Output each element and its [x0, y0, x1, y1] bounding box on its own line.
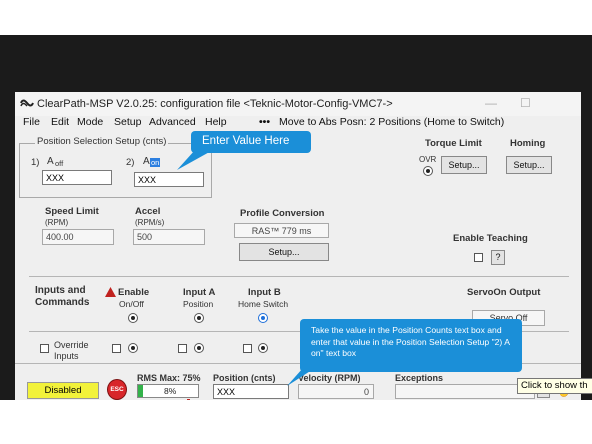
- exceptions-field: [395, 384, 535, 399]
- move-status: Move to Abs Posn: 2 Positions (Home to S…: [279, 116, 505, 128]
- override-input-b-checkbox[interactable]: [243, 344, 252, 353]
- input-b-sub: Home Switch: [238, 299, 289, 309]
- a-off-number: 1): [31, 157, 40, 168]
- override-label-line1: Override: [54, 340, 89, 350]
- input-a-sub: Position: [183, 299, 214, 309]
- enable-title: Enable: [118, 287, 150, 298]
- servo-output-title: ServoOn Output: [467, 287, 541, 298]
- menu-mode[interactable]: Mode: [77, 116, 103, 128]
- window-title: ClearPath-MSP V2.0.25: configuration fil…: [37, 98, 393, 110]
- instruction-pointer: [287, 368, 315, 386]
- menu-help[interactable]: Help: [205, 116, 227, 128]
- menu-bar: File Edit Mode Setup Advanced Help ••• M…: [15, 116, 581, 131]
- app-logo-icon: [20, 99, 34, 107]
- menu-setup[interactable]: Setup: [114, 116, 141, 128]
- override-enable-indicator: [128, 343, 138, 353]
- speed-unit: (RPM): [45, 218, 69, 227]
- ovr-indicator: [423, 166, 433, 176]
- position-counts-field: XXX: [213, 384, 289, 399]
- inputs-label-line2: Commands: [35, 297, 90, 308]
- a-on-number: 2): [126, 157, 135, 168]
- a-on-sub: on: [150, 158, 161, 167]
- profile-conversion-field: RAS™ 779 ms: [234, 223, 329, 238]
- enter-value-text: Enter Value Here: [202, 135, 290, 147]
- override-input-a-checkbox[interactable]: [178, 344, 187, 353]
- teaching-help-button[interactable]: ?: [491, 250, 505, 265]
- enable-teaching-label: Enable Teaching: [453, 233, 528, 244]
- menu-advanced[interactable]: Advanced: [149, 116, 196, 128]
- profile-setup-button[interactable]: Setup...: [239, 243, 329, 261]
- rms-label: RMS Max: 75%: [137, 373, 201, 383]
- a-on-letter: A: [143, 156, 150, 167]
- esc-stop-button[interactable]: ESC: [107, 379, 127, 400]
- title-bar: ClearPath-MSP V2.0.25: configuration fil…: [15, 92, 581, 116]
- speed-limit-label: Speed Limit: [45, 206, 99, 217]
- a-on-field[interactable]: XXX: [134, 172, 204, 187]
- menu-edit[interactable]: Edit: [51, 116, 69, 128]
- rms-bar-fill: [138, 385, 143, 397]
- override-enable-checkbox[interactable]: [112, 344, 121, 353]
- callout-pointer: [177, 150, 213, 170]
- accel-unit: (RPM/s): [135, 218, 165, 227]
- input-a-indicator: [194, 313, 204, 323]
- input-a-title: Input A: [183, 287, 216, 298]
- a-off-sub: off: [55, 159, 64, 168]
- override-input-a-indicator: [194, 343, 204, 353]
- profile-conversion-label: Profile Conversion: [240, 208, 325, 219]
- disabled-status: Disabled: [27, 382, 99, 399]
- torque-limit-label: Torque Limit: [425, 138, 482, 149]
- override-input-b-indicator: [258, 343, 268, 353]
- a-off-letter: A: [47, 156, 54, 167]
- inputs-label-line1: Inputs and: [35, 285, 86, 296]
- position-setup-title: Position Selection Setup (cnts): [35, 136, 169, 147]
- accel-field[interactable]: 500: [133, 229, 205, 245]
- photo-background: ClearPath-MSP V2.0.25: configuration fil…: [0, 35, 592, 400]
- homing-setup-button[interactable]: Setup...: [506, 156, 552, 174]
- clearpath-window: ClearPath-MSP V2.0.25: configuration fil…: [15, 92, 581, 400]
- speed-limit-field[interactable]: 400.00: [42, 229, 114, 245]
- instruction-text: Take the value in the Position Counts te…: [311, 325, 510, 358]
- tooltip: Click to show th: [517, 378, 592, 394]
- warning-triangle-icon: [105, 287, 116, 297]
- enable-indicator: [128, 313, 138, 323]
- input-b-title: Input B: [248, 287, 281, 298]
- exceptions-label: Exceptions: [395, 373, 444, 383]
- homing-label: Homing: [510, 138, 546, 149]
- minimize-icon[interactable]: —: [485, 96, 497, 110]
- rms-marker-icon: [187, 399, 190, 400]
- ovr-label: OVR: [419, 155, 437, 164]
- rms-bar: 8%: [137, 384, 199, 398]
- position-label: Position (cnts): [213, 373, 276, 383]
- menu-file[interactable]: File: [23, 116, 40, 128]
- torque-setup-button[interactable]: Setup...: [441, 156, 487, 174]
- enable-teaching-checkbox[interactable]: [474, 253, 483, 262]
- more-dots-icon: •••: [259, 116, 271, 128]
- a-off-field[interactable]: XXX: [42, 170, 112, 185]
- override-inputs-checkbox[interactable]: [40, 344, 49, 353]
- maximize-icon[interactable]: ☐: [520, 96, 531, 110]
- enable-sub: On/Off: [119, 299, 144, 309]
- inputs-top-divider: [29, 276, 569, 277]
- input-b-indicator: [258, 313, 268, 323]
- accel-label: Accel: [135, 206, 161, 217]
- rms-value: 8%: [164, 386, 177, 396]
- override-label-line2: Inputs: [54, 351, 79, 361]
- instruction-callout: Take the value in the Position Counts te…: [300, 319, 522, 372]
